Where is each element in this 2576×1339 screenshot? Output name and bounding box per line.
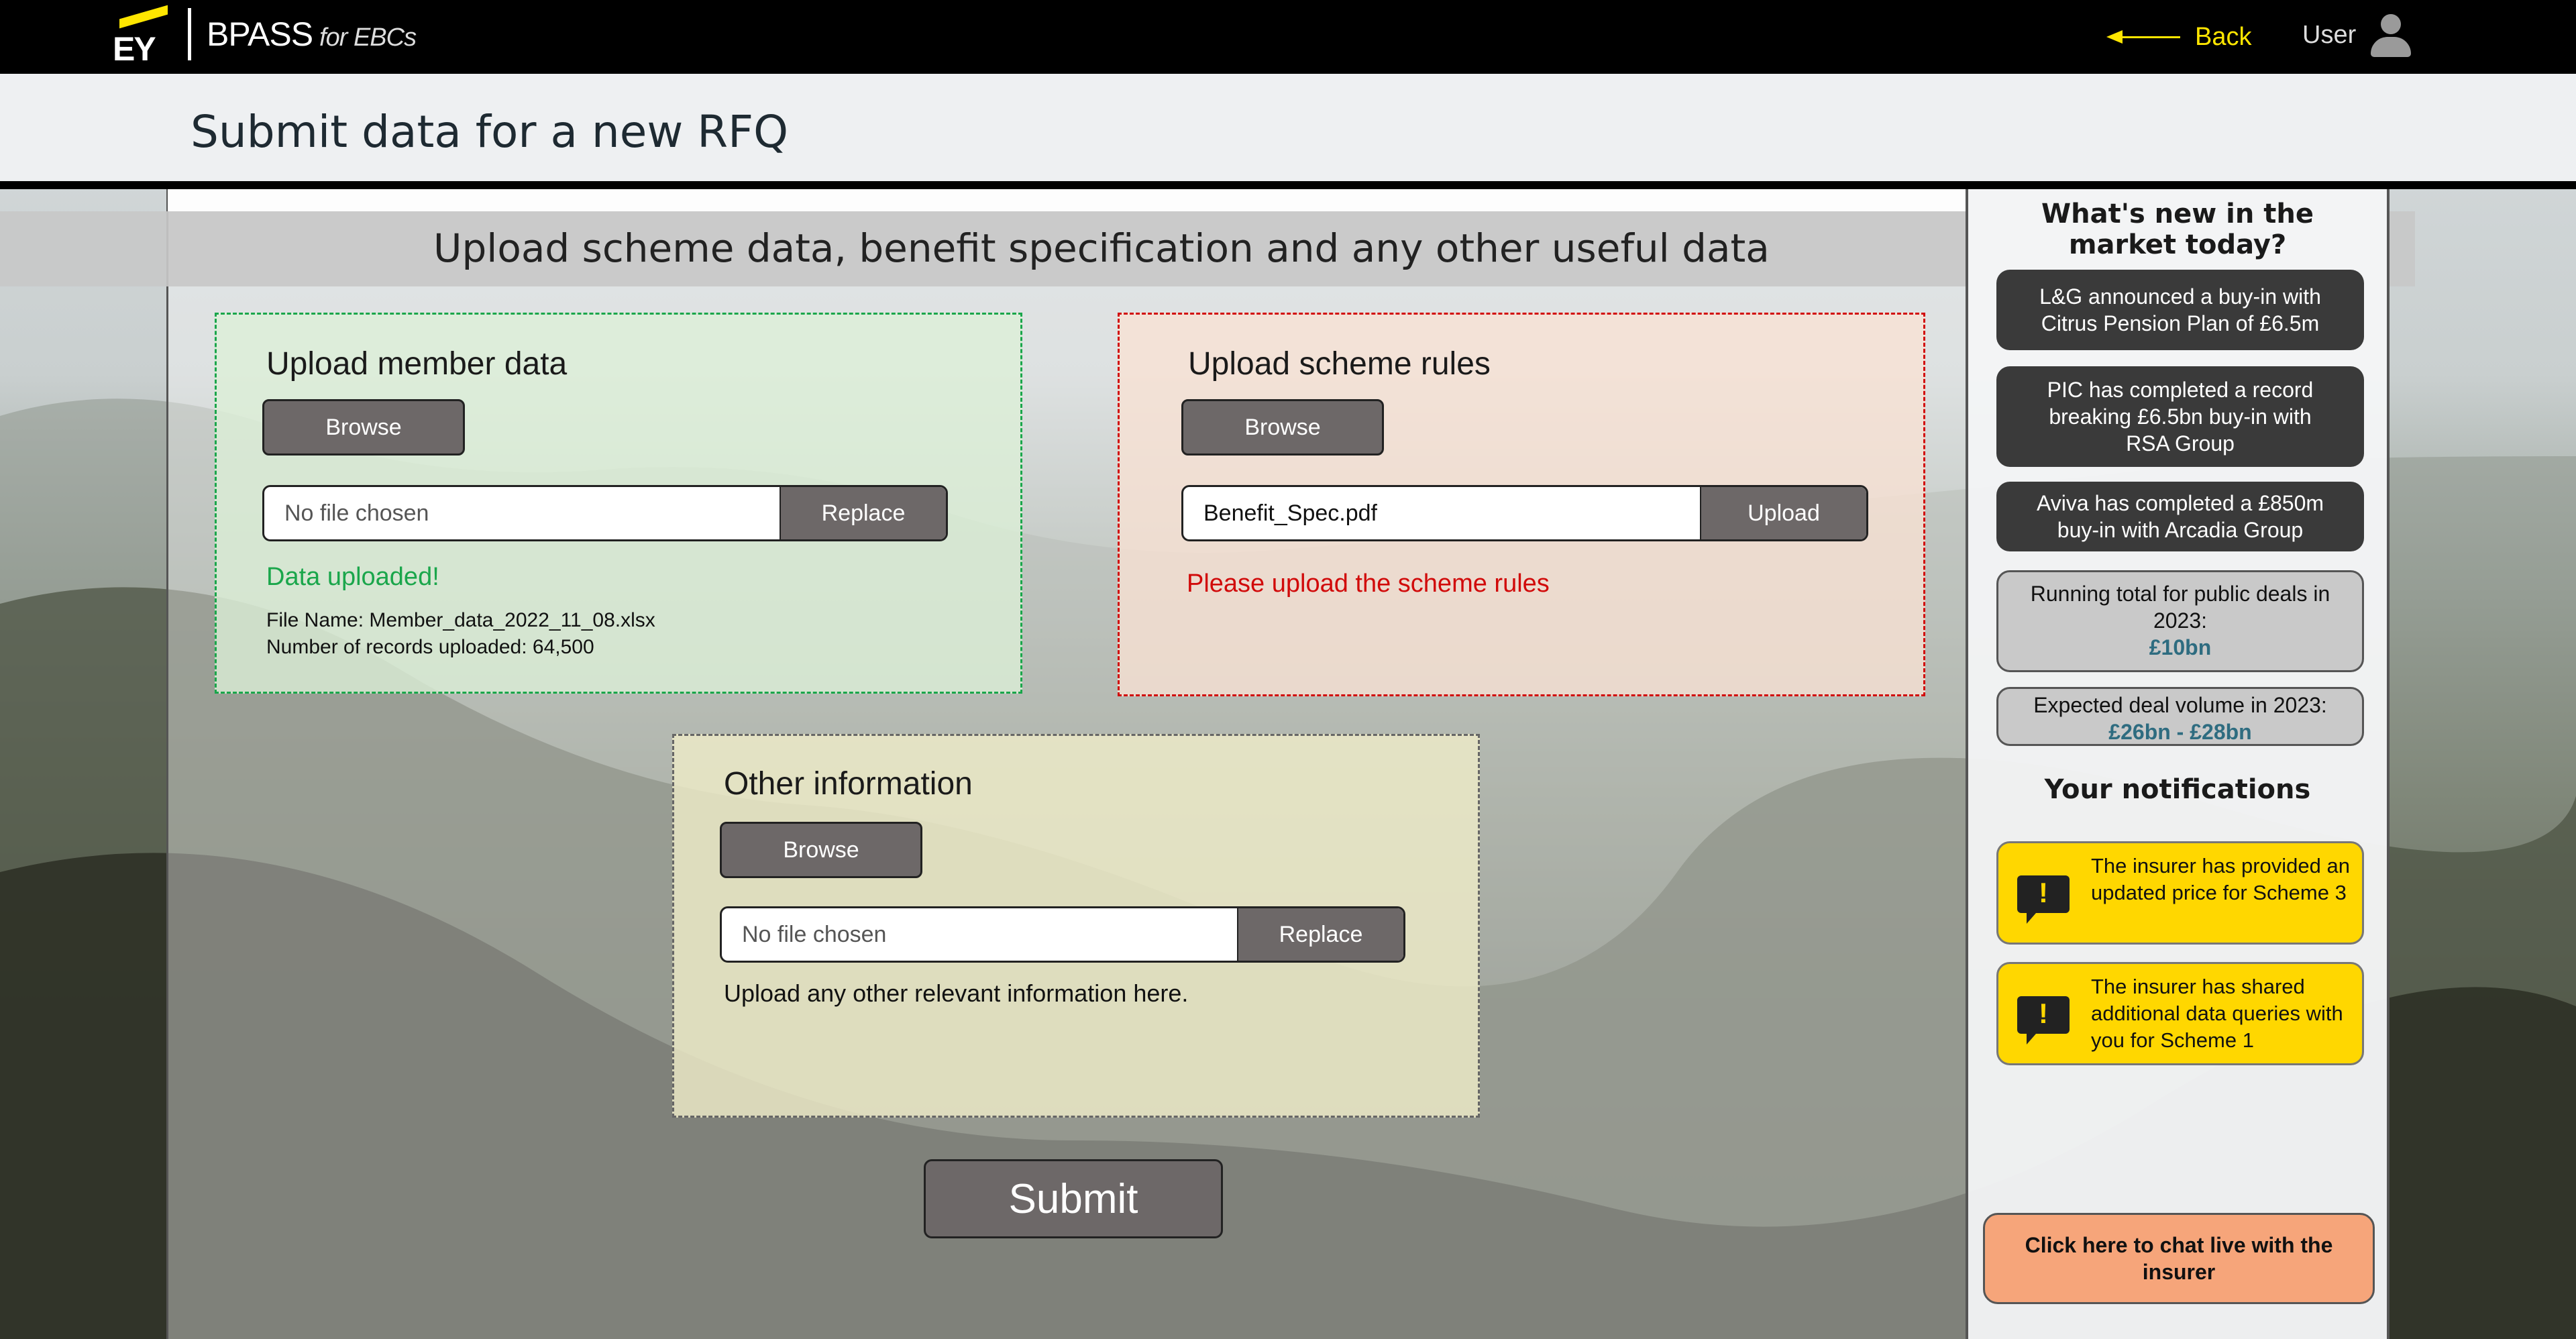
news-item[interactable]: Aviva has completed a £850m buy-in with … <box>1996 482 2364 551</box>
brand-name: BPASS <box>207 15 313 53</box>
news-item[interactable]: L&G announced a buy-in with Citrus Pensi… <box>1996 270 2364 350</box>
title-band: Submit data for a new RFQ <box>0 74 2576 181</box>
other-info-card: Other information Browse No file chosen … <box>672 734 1480 1118</box>
member-file-field[interactable]: No file chosen Replace <box>262 485 948 541</box>
member-file-value: No file chosen <box>284 500 429 526</box>
brand-subtitle: for EBCs <box>319 23 417 52</box>
member-replace-button[interactable]: Replace <box>780 487 946 539</box>
scheme-file-value: Benefit_Spec.pdf <box>1203 500 1377 526</box>
scheme-rules-card: Upload scheme rules Browse Benefit_Spec.… <box>1118 313 1925 696</box>
scheme-error-message: Please upload the scheme rules <box>1187 570 1550 598</box>
notification-text: The insurer has shared additional data q… <box>2091 975 2343 1052</box>
notifications-heading: Your notifications <box>2044 774 2311 805</box>
scheme-file-field[interactable]: Benefit_Spec.pdf Upload <box>1181 485 1868 541</box>
other-browse-button[interactable]: Browse <box>720 822 922 878</box>
records-count: Number of records uploaded: 64,500 <box>266 636 594 658</box>
page-title: Submit data for a new RFQ <box>191 106 789 158</box>
market-heading: What's new in the market today? <box>2041 199 2314 260</box>
app-brand: BPASS for EBCs <box>207 15 417 54</box>
uploaded-file-name: File Name: Member_data_2022_11_08.xlsx <box>266 609 655 631</box>
stat-value: £10bn <box>2149 635 2212 659</box>
alert-icon: ! <box>2017 996 2070 1045</box>
scheme-browse-button[interactable]: Browse <box>1181 399 1384 456</box>
top-navbar: EY BPASS for EBCs Back User <box>0 0 2576 74</box>
upload-success-message: Data uploaded! <box>266 563 439 591</box>
other-info-title: Other information <box>724 766 973 802</box>
scheme-upload-button[interactable]: Upload <box>1700 487 1866 539</box>
other-file-value: No file chosen <box>742 922 887 947</box>
arrow-left-icon <box>2106 30 2180 44</box>
stat-value: £26bn - £28bn <box>2108 720 2252 744</box>
alert-icon: ! <box>2017 875 2070 924</box>
ey-logo: EY <box>107 5 171 68</box>
stat-label: Expected deal volume in 2023: <box>2033 693 2327 717</box>
notification-item[interactable]: ! The insurer has provided an updated pr… <box>1996 841 2364 945</box>
member-browse-button[interactable]: Browse <box>262 399 465 456</box>
divider <box>0 181 2576 189</box>
notification-item[interactable]: ! The insurer has shared additional data… <box>1996 962 2364 1065</box>
sidebar: What's new in the market today? L&G anno… <box>1966 189 2390 1339</box>
panel-top-strip <box>168 189 1966 211</box>
member-data-title: Upload member data <box>266 346 568 382</box>
user-icon <box>2368 13 2412 57</box>
news-item[interactable]: PIC has completed a record breaking £6.5… <box>1996 366 2364 467</box>
stat-label: Running total for public deals in 2023: <box>2030 582 2330 633</box>
section-heading: Upload scheme data, benefit specificatio… <box>433 225 1770 271</box>
stat-deal-volume: Expected deal volume in 2023: £26bn - £2… <box>1996 687 2364 746</box>
other-replace-button[interactable]: Replace <box>1237 908 1403 961</box>
live-chat-button[interactable]: Click here to chat live with the insurer <box>1983 1213 2375 1304</box>
user-menu[interactable]: User <box>2302 13 2412 57</box>
submit-button[interactable]: Submit <box>924 1159 1223 1238</box>
user-label: User <box>2302 20 2357 49</box>
back-link[interactable]: Back <box>2106 20 2251 54</box>
stat-public-deals: Running total for public deals in 2023: … <box>1996 570 2364 672</box>
scheme-rules-title: Upload scheme rules <box>1188 346 1491 382</box>
other-info-hint: Upload any other relevant information he… <box>724 979 1189 1007</box>
notification-text: The insurer has provided an updated pric… <box>2091 854 2351 904</box>
back-label: Back <box>2195 22 2252 51</box>
other-file-field[interactable]: No file chosen Replace <box>720 906 1405 963</box>
member-data-card: Upload member data Browse No file chosen… <box>215 313 1022 694</box>
logo-divider <box>188 8 191 60</box>
